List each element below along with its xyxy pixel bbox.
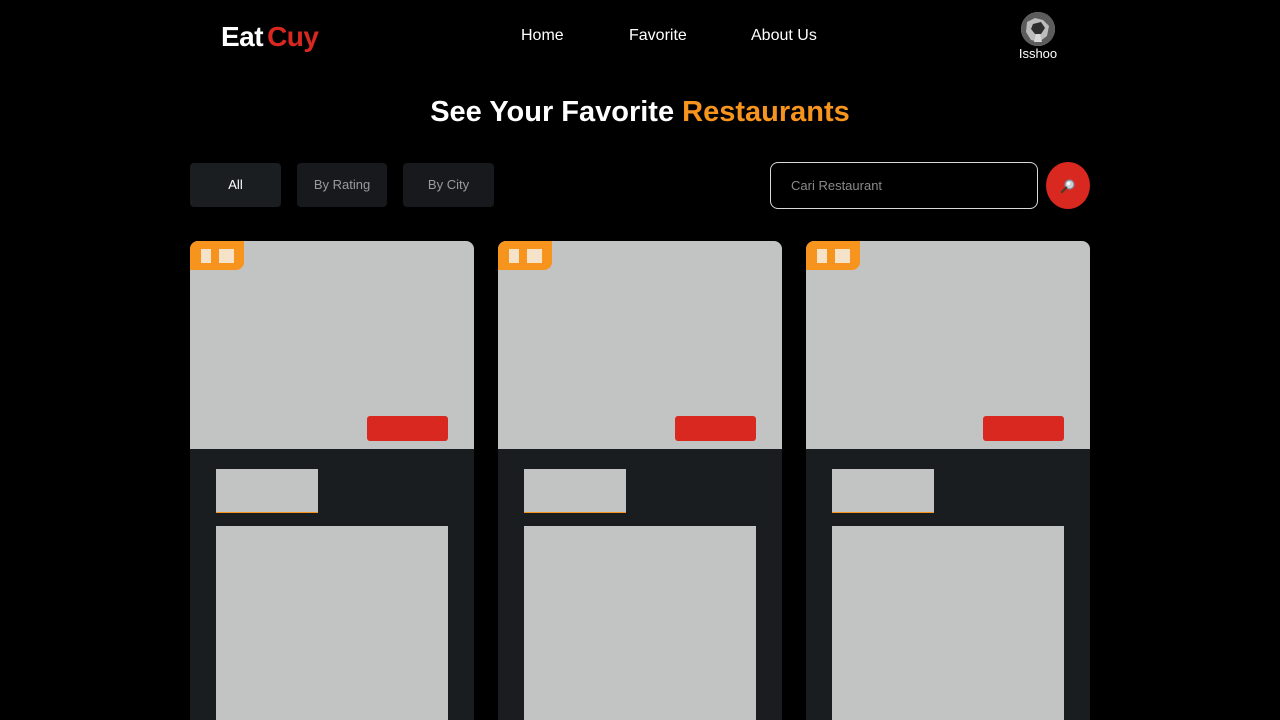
rating-badge-icon: [201, 249, 211, 263]
card-title-placeholder: [216, 469, 318, 513]
header: Eat Cuy Home Favorite About Us Isshoo: [0, 0, 1280, 72]
nav-home[interactable]: Home: [521, 26, 564, 46]
search-icon: [1060, 179, 1075, 194]
search-button[interactable]: [1046, 162, 1090, 209]
card-title-placeholder: [524, 469, 626, 513]
filter-by-city-button[interactable]: By City: [403, 163, 494, 207]
rating-badge-value: [219, 249, 234, 263]
main-nav: Home Favorite About Us: [0, 26, 1280, 48]
page-title: See Your Favorite Restaurants: [0, 95, 1280, 129]
nav-favorite[interactable]: Favorite: [629, 26, 687, 46]
card-title-placeholder: [832, 469, 934, 513]
rating-badge-icon: [509, 249, 519, 263]
avatar[interactable]: [1021, 12, 1055, 46]
card-city-label[interactable]: [367, 416, 448, 441]
nav-about-us[interactable]: About Us: [751, 26, 817, 46]
card-description-placeholder: [832, 526, 1064, 720]
page-title-main: See Your Favorite: [430, 96, 675, 128]
card-city-label[interactable]: [983, 416, 1064, 441]
restaurant-card[interactable]: [190, 241, 474, 720]
rating-badge-value: [527, 249, 542, 263]
page-title-accent: Restaurants: [682, 96, 850, 128]
card-description-placeholder: [216, 526, 448, 720]
card-city-label[interactable]: [675, 416, 756, 441]
filter-by-rating-button[interactable]: By Rating: [297, 163, 387, 207]
rating-badge-value: [835, 249, 850, 263]
rating-badge: [806, 241, 860, 270]
restaurant-card[interactable]: [498, 241, 782, 720]
search-input[interactable]: [770, 162, 1038, 209]
rating-badge: [498, 241, 552, 270]
avatar-image: [1021, 12, 1055, 46]
rating-badge: [190, 241, 244, 270]
username: Isshoo: [1018, 46, 1058, 61]
user-profile[interactable]: Isshoo: [1010, 12, 1066, 64]
rating-badge-icon: [817, 249, 827, 263]
filter-all-button[interactable]: All: [190, 163, 281, 207]
card-description-placeholder: [524, 526, 756, 720]
restaurant-card[interactable]: [806, 241, 1090, 720]
